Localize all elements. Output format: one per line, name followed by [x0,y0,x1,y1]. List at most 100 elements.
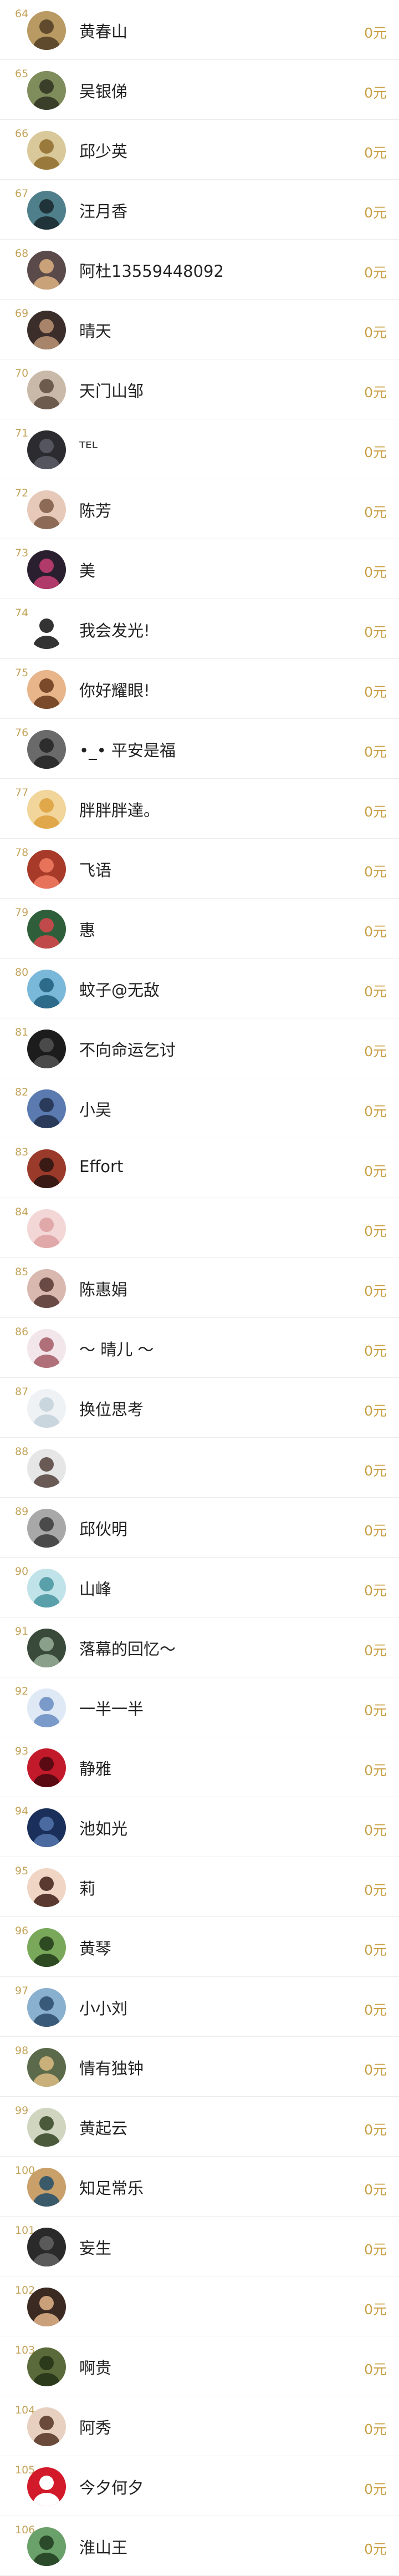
list-item[interactable]: 92 一半一半 0元 [0,1677,399,1737]
list-item[interactable]: 86 ～ 晴儿 ～ 0元 [0,1318,399,1378]
avatar[interactable] [27,371,66,409]
avatar[interactable] [27,1509,66,1548]
list-item[interactable]: 95 莉 0元 [0,1857,399,1917]
list-item[interactable]: 74 我会发光! 0元 [0,599,399,659]
avatar[interactable] [27,1748,66,1787]
user-name: 小吴 [79,1101,112,1119]
user-name: 莉 [79,1879,96,1898]
avatar[interactable] [27,670,66,709]
list-item[interactable]: 96 黄琴 0元 [0,1917,399,1977]
list-item[interactable]: 94 池如光 0元 [0,1797,399,1857]
list-item[interactable]: 102 0元 [0,2276,399,2336]
list-item[interactable]: 101 妄生 0元 [0,2217,399,2276]
avatar[interactable] [27,1089,66,1128]
avatar[interactable] [27,2347,66,2386]
avatar[interactable] [27,970,66,1008]
list-item[interactable]: 72 陈芳 0元 [0,479,399,539]
list-item[interactable]: 85 陈惠娟 0元 [0,1258,399,1318]
list-item[interactable]: 82 小吴 0元 [0,1078,399,1138]
list-item[interactable]: 64 黄春山 0元 [0,0,399,60]
list-item[interactable]: 75 你好耀眼! 0元 [0,659,399,719]
avatar[interactable] [27,2048,66,2087]
avatar[interactable] [27,1449,66,1488]
avatar[interactable] [27,1149,66,1188]
avatar[interactable] [27,1808,66,1847]
list-item[interactable]: 80 蚊子@无敌 0元 [0,959,399,1018]
list-item[interactable]: 84 0元 [0,1198,399,1258]
user-name: 胖胖胖達。 [79,801,160,820]
avatar[interactable] [27,430,66,469]
avatar[interactable] [27,191,66,230]
avatar[interactable] [27,131,66,170]
list-item[interactable]: 89 邱伙明 0元 [0,1498,399,1558]
avatar[interactable] [27,1329,66,1368]
avatar[interactable] [27,71,66,110]
avatar[interactable] [27,490,66,529]
avatar[interactable] [27,1209,66,1248]
list-item[interactable]: 105 今夕何夕 0元 [0,2456,399,2516]
avatar-image [27,910,66,949]
list-item[interactable]: 103 啊贵 0元 [0,2336,399,2396]
avatar[interactable] [27,311,66,349]
avatar[interactable] [27,2407,66,2446]
list-item[interactable]: 88 0元 [0,1438,399,1498]
avatar[interactable] [27,730,66,769]
avatar[interactable] [27,2288,66,2326]
list-item[interactable]: 99 黄起云 0元 [0,2097,399,2157]
avatar[interactable] [27,2228,66,2266]
avatar[interactable] [27,1928,66,1967]
list-item[interactable]: 81 不向命运乞讨 0元 [0,1018,399,1078]
amount-value: 0元 [364,1403,387,1419]
rank-number: 65 [15,68,29,80]
avatar[interactable] [27,1030,66,1068]
amount-value: 0元 [364,2062,387,2078]
avatar[interactable] [27,11,66,50]
list-item[interactable]: 87 换位思考 0元 [0,1378,399,1438]
rank-number: 86 [15,1326,29,1338]
list-item[interactable]: 65 吴银俤 0元 [0,60,399,120]
list-item[interactable]: 77 胖胖胖達。 0元 [0,779,399,839]
list-item[interactable]: 83 Effort 0元 [0,1138,399,1198]
avatar[interactable] [27,1269,66,1308]
avatar[interactable] [27,2108,66,2147]
list-item[interactable]: 91 落幕的回忆～ 0元 [0,1617,399,1677]
avatar[interactable] [27,550,66,589]
rank-number: 87 [15,1386,29,1398]
avatar[interactable] [27,790,66,829]
amount-value: 0元 [364,1822,387,1838]
avatar-image [27,1030,66,1068]
avatar[interactable] [27,1868,66,1907]
list-item[interactable]: 79 惠 0元 [0,899,399,959]
amount-value: 0元 [364,684,387,700]
list-item[interactable]: 76 •_• 平安是福 0元 [0,719,399,779]
list-item[interactable]: 67 汪月香 0元 [0,180,399,240]
avatar[interactable] [27,1688,66,1727]
avatar[interactable] [27,1988,66,2027]
avatar[interactable] [27,850,66,889]
list-item[interactable]: 71 ᵀᴱᴸ 0元 [0,419,399,479]
list-item[interactable]: 98 情有独钟 0元 [0,2037,399,2097]
list-item[interactable]: 90 山峰 0元 [0,1558,399,1617]
list-item[interactable]: 104 阿秀 0元 [0,2396,399,2456]
avatar[interactable] [27,910,66,949]
avatar[interactable] [27,2168,66,2207]
list-item[interactable]: 73 美 0元 [0,539,399,599]
avatar[interactable] [27,1389,66,1428]
list-item[interactable]: 66 邱少英 0元 [0,120,399,180]
list-item[interactable]: 78 飞语 0元 [0,839,399,899]
list-item[interactable]: 106 淮山王 0元 [0,2516,399,2576]
user-name: 飞语 [79,861,112,880]
avatar[interactable] [27,1569,66,1608]
list-item[interactable]: 70 天门山邹 0元 [0,359,399,419]
list-item[interactable]: 97 小小刘 0元 [0,1977,399,2037]
avatar[interactable] [27,610,66,649]
avatar[interactable] [27,2527,66,2566]
avatar[interactable] [27,1629,66,1667]
list-item[interactable]: 69 晴天 0元 [0,300,399,359]
avatar-image [27,1688,66,1727]
list-item[interactable]: 93 静雅 0元 [0,1737,399,1797]
list-item[interactable]: 68 阿杜13559448092 0元 [0,240,399,300]
avatar[interactable] [27,2467,66,2506]
list-item[interactable]: 100 知足常乐 0元 [0,2157,399,2217]
avatar[interactable] [27,251,66,290]
